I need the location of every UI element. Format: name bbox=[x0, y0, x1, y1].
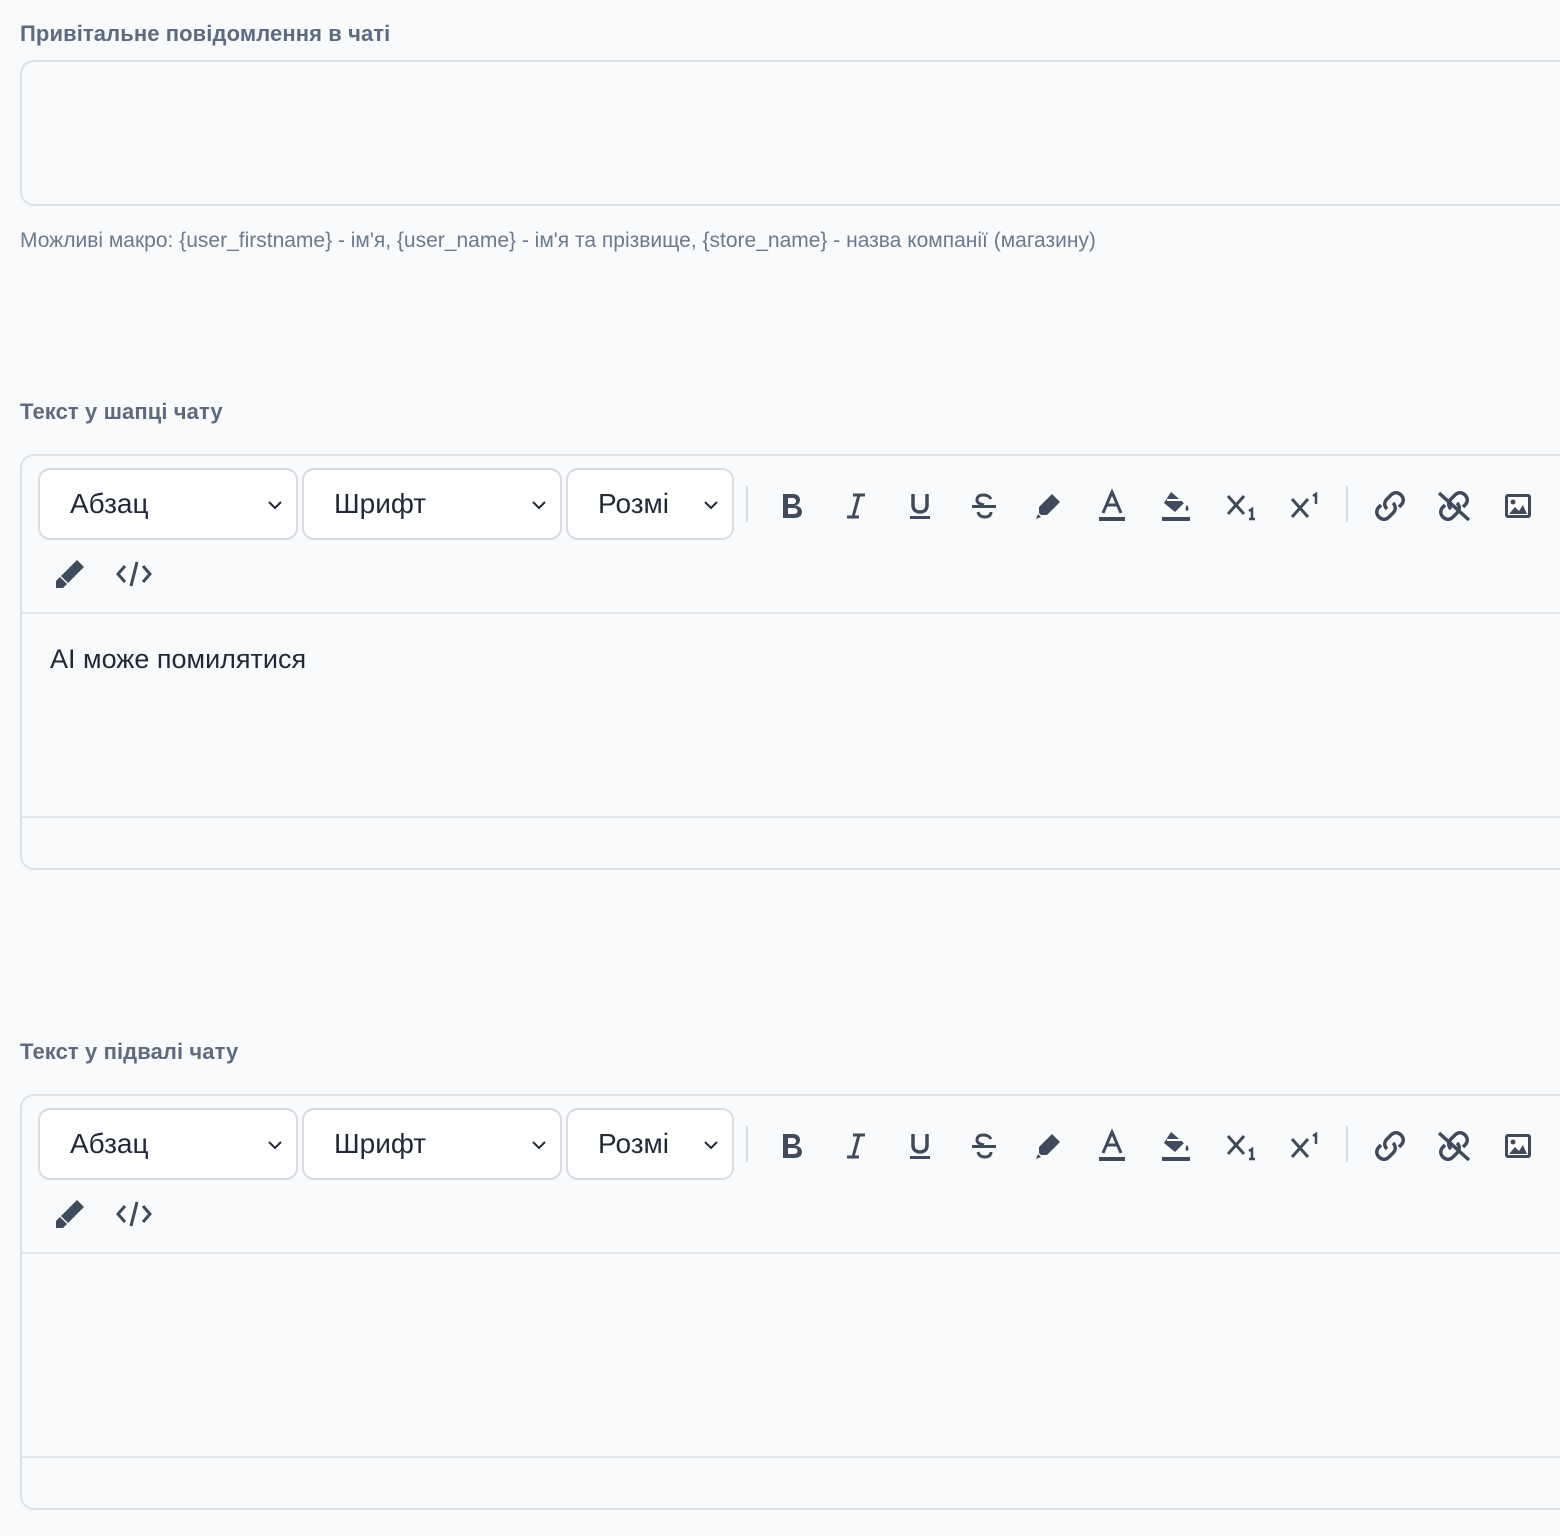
font-family-select[interactable]: Шрифт bbox=[302, 468, 562, 540]
block-format-value: Абзац bbox=[70, 488, 149, 519]
editor-toolbar: Абзац Шрифт Розмі bbox=[22, 1096, 1560, 1254]
underline-icon bbox=[905, 490, 935, 522]
italic-icon bbox=[841, 1130, 871, 1162]
insert-image-button[interactable] bbox=[1494, 482, 1542, 530]
italic-button[interactable] bbox=[832, 482, 880, 530]
unlink-icon bbox=[1436, 1130, 1472, 1162]
underline-button[interactable] bbox=[896, 1122, 944, 1170]
code-view-button[interactable] bbox=[110, 1190, 158, 1238]
strikethrough-button[interactable] bbox=[960, 482, 1008, 530]
superscript-icon bbox=[1289, 490, 1323, 522]
editor-content[interactable] bbox=[22, 1254, 1560, 1456]
clear-format-button[interactable] bbox=[46, 1190, 94, 1238]
chevron-down-icon bbox=[704, 501, 718, 510]
subscript-button[interactable] bbox=[1218, 1122, 1266, 1170]
block-format-select[interactable]: Абзац bbox=[38, 1108, 298, 1180]
code-view-icon bbox=[115, 1198, 153, 1230]
welcome-message-label: Привітальне повідомлення в чаті bbox=[20, 21, 391, 46]
clear-format-button[interactable] bbox=[46, 550, 94, 598]
background-color-icon bbox=[1159, 489, 1193, 523]
macros-hint: Можливі макро: {user_firstname} - ім'я, … bbox=[20, 229, 1096, 252]
strikethrough-icon bbox=[968, 1130, 1000, 1162]
editor-statusbar bbox=[22, 816, 1560, 868]
insert-image-button[interactable] bbox=[1494, 1122, 1542, 1170]
footer-text-label: Текст у підвалі чату bbox=[20, 1039, 239, 1064]
clear-format-icon bbox=[53, 557, 87, 591]
superscript-icon bbox=[1289, 1130, 1323, 1162]
code-view-icon bbox=[115, 558, 153, 590]
bold-button[interactable] bbox=[768, 1122, 816, 1170]
unlink-icon bbox=[1436, 490, 1472, 522]
font-family-value: Шрифт bbox=[334, 488, 427, 519]
background-color-icon bbox=[1159, 1129, 1193, 1163]
underline-button[interactable] bbox=[896, 482, 944, 530]
welcome-message-textarea[interactable] bbox=[20, 60, 1560, 206]
font-size-value: Розмі bbox=[598, 488, 670, 519]
font-size-select[interactable]: Розмі bbox=[566, 468, 734, 540]
editor-statusbar bbox=[22, 1456, 1560, 1508]
subscript-icon bbox=[1225, 490, 1259, 522]
superscript-button[interactable] bbox=[1282, 482, 1330, 530]
insert-link-button[interactable] bbox=[1366, 1122, 1414, 1170]
toolbar-divider bbox=[1346, 486, 1348, 522]
background-color-button[interactable] bbox=[1152, 482, 1200, 530]
chevron-down-icon bbox=[532, 501, 546, 510]
highlighter-icon bbox=[1032, 1130, 1064, 1162]
underline-icon bbox=[905, 1130, 935, 1162]
font-color-icon bbox=[1096, 489, 1128, 523]
font-size-value: Розмі bbox=[598, 1128, 670, 1159]
editor-content[interactable]: AI може помилятися bbox=[22, 614, 1560, 816]
bold-icon bbox=[777, 1130, 807, 1162]
subscript-icon bbox=[1225, 1130, 1259, 1162]
highlight-button[interactable] bbox=[1024, 1122, 1072, 1170]
link-icon bbox=[1372, 490, 1408, 522]
chevron-down-icon bbox=[532, 1141, 546, 1150]
insert-link-button[interactable] bbox=[1366, 482, 1414, 530]
highlighter-icon bbox=[1032, 490, 1064, 522]
font-size-select[interactable]: Розмі bbox=[566, 1108, 734, 1180]
font-color-button[interactable] bbox=[1088, 482, 1136, 530]
chevron-down-icon bbox=[704, 1141, 718, 1150]
image-icon bbox=[1503, 1131, 1533, 1161]
font-family-select[interactable]: Шрифт bbox=[302, 1108, 562, 1180]
editor-toolbar: Абзац Шрифт Розмі bbox=[22, 456, 1560, 614]
font-color-button[interactable] bbox=[1088, 1122, 1136, 1170]
code-view-button[interactable] bbox=[110, 550, 158, 598]
superscript-button[interactable] bbox=[1282, 1122, 1330, 1170]
chevron-down-icon bbox=[268, 1141, 282, 1150]
subscript-button[interactable] bbox=[1218, 482, 1266, 530]
bold-button[interactable] bbox=[768, 482, 816, 530]
font-family-value: Шрифт bbox=[334, 1128, 427, 1159]
chevron-down-icon bbox=[268, 501, 282, 510]
block-format-select[interactable]: Абзац bbox=[38, 468, 298, 540]
italic-button[interactable] bbox=[832, 1122, 880, 1170]
strikethrough-button[interactable] bbox=[960, 1122, 1008, 1170]
image-icon bbox=[1503, 491, 1533, 521]
toolbar-divider bbox=[746, 1126, 748, 1162]
strikethrough-icon bbox=[968, 490, 1000, 522]
toolbar-divider bbox=[1346, 1126, 1348, 1162]
clear-format-icon bbox=[53, 1197, 87, 1231]
header-text-label: Текст у шапці чату bbox=[20, 399, 223, 424]
link-icon bbox=[1372, 1130, 1408, 1162]
font-color-icon bbox=[1096, 1129, 1128, 1163]
unlink-button[interactable] bbox=[1430, 482, 1478, 530]
italic-icon bbox=[841, 490, 871, 522]
toolbar-divider bbox=[746, 486, 748, 522]
bold-icon bbox=[777, 490, 807, 522]
highlight-button[interactable] bbox=[1024, 482, 1072, 530]
header-text-editor: Абзац Шрифт Розмі AI може помилятися bbox=[20, 454, 1560, 870]
unlink-button[interactable] bbox=[1430, 1122, 1478, 1170]
block-format-value: Абзац bbox=[70, 1128, 149, 1159]
background-color-button[interactable] bbox=[1152, 1122, 1200, 1170]
footer-text-editor: Абзац Шрифт Розмі bbox=[20, 1094, 1560, 1510]
